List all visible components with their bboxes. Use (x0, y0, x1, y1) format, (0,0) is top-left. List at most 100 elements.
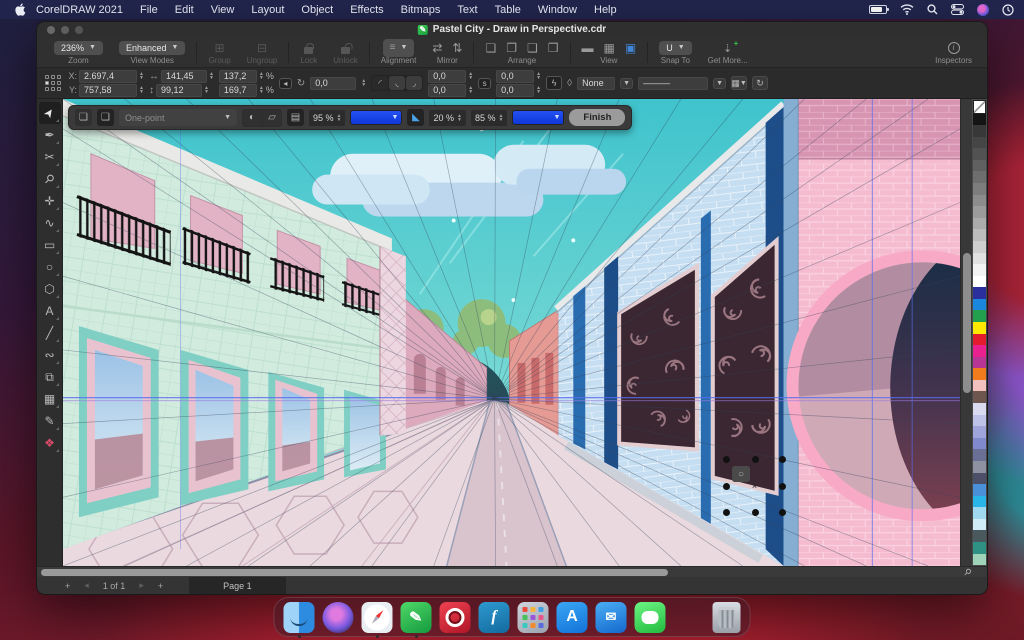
minimize-button[interactable] (61, 26, 69, 34)
color-swatch[interactable] (973, 473, 986, 485)
backward-one-icon[interactable]: ❑ (527, 41, 538, 55)
selection-handle[interactable] (723, 456, 730, 463)
line-density-field[interactable]: 85 % ▲▼ (471, 110, 507, 126)
zoom-tool[interactable]: ⚲ (39, 168, 61, 190)
color-swatch[interactable] (973, 183, 986, 195)
pattern-dropdown-button[interactable]: ▦▼ (731, 76, 747, 90)
selection-handle[interactable] (752, 456, 759, 463)
crop-tool[interactable]: ✂ (39, 146, 61, 168)
mirror-vertical-icon[interactable]: ⇅ (452, 41, 462, 55)
menu-view[interactable]: View (211, 4, 235, 16)
zoom-level-dropdown[interactable]: 236%▼ (54, 41, 103, 55)
color-swatch[interactable] (973, 426, 986, 438)
horizontal-scrollbar-thumb[interactable] (41, 569, 668, 576)
x-position-field[interactable]: 2.697,4 (79, 70, 137, 83)
finish-button[interactable]: Finish (569, 109, 625, 126)
edit-corners-lock-button[interactable]: s (478, 78, 491, 89)
object-height-field[interactable]: 99,12 (156, 84, 202, 97)
apple-menu-icon[interactable] (14, 3, 26, 16)
menu-object[interactable]: Object (301, 4, 333, 16)
outline-width-dropdown[interactable]: ——— (638, 77, 708, 90)
round-corner-button[interactable]: ◜ (372, 76, 388, 90)
menu-help[interactable]: Help (594, 4, 617, 16)
plane-half-toggle[interactable]: ◐ (243, 110, 261, 126)
color-swatch[interactable] (973, 461, 986, 473)
color-swatch[interactable] (973, 310, 986, 322)
close-button[interactable] (47, 26, 55, 34)
color-swatch[interactable] (973, 322, 986, 334)
grid-icon[interactable]: ▦ (604, 41, 615, 55)
color-swatch[interactable] (973, 507, 986, 519)
color-swatch[interactable] (973, 345, 986, 357)
view-mode-dropdown[interactable]: Enhanced▼ (119, 41, 185, 55)
mirror-horizontal-icon[interactable]: ⇄ (432, 41, 442, 55)
corner-radius-field-1[interactable]: 0,0 (428, 70, 466, 83)
selection-handle[interactable] (779, 456, 786, 463)
outline-pen-icon[interactable]: ◊ (567, 78, 572, 89)
rotation-angle-field[interactable]: 0,0 (310, 77, 356, 90)
outline-style-chevron[interactable]: ▼ (620, 78, 633, 89)
color-swatch[interactable] (973, 148, 986, 160)
to-front-icon[interactable]: ❏ (485, 41, 496, 55)
alignment-dropdown[interactable]: ≡▼ (383, 39, 415, 57)
wifi-icon[interactable] (900, 4, 914, 15)
color-swatch[interactable] (973, 334, 986, 346)
color-swatch[interactable] (973, 171, 986, 183)
color-swatch[interactable] (973, 299, 986, 311)
connector-tool[interactable]: ∾ (39, 344, 61, 366)
color-swatch[interactable] (973, 415, 986, 427)
horizon-color-well[interactable]: ▼ (350, 110, 402, 125)
menu-app[interactable]: CorelDRAW 2021 (36, 4, 123, 16)
inspectors-icon[interactable]: i (948, 42, 960, 54)
selection-center-marker[interactable]: × (752, 481, 757, 491)
plane-slash-toggle[interactable]: ▱ (263, 110, 281, 126)
separator[interactable] (674, 602, 705, 633)
selection-handle[interactable] (723, 509, 730, 516)
navigator-magnifier-icon[interactable]: ⚲ (961, 566, 973, 578)
color-swatch[interactable] (973, 264, 986, 276)
menu-table[interactable]: Table (495, 4, 521, 16)
clock-icon[interactable] (1002, 4, 1014, 16)
outline-width-chevron[interactable]: ▼ (713, 78, 726, 89)
refresh-button[interactable]: ↻ (752, 76, 768, 90)
color-swatch[interactable] (973, 253, 986, 265)
dock-icon-mail[interactable]: ✉ (596, 602, 627, 633)
y-position-field[interactable]: 757,58 (79, 84, 137, 97)
snap-to-dropdown[interactable]: U▼ (659, 41, 691, 55)
dock-icon-siri[interactable] (323, 602, 354, 633)
color-swatch[interactable] (973, 391, 986, 403)
scalloped-corner-button[interactable]: ◟ (389, 76, 405, 90)
y-stepper[interactable]: ▲▼ (139, 86, 144, 94)
add-page-button-right[interactable]: + (158, 581, 163, 591)
dock-icon-safari[interactable] (362, 602, 393, 633)
pick-tool[interactable]: ➤ (39, 102, 61, 124)
scale-ratio-lock-button[interactable]: ◂ (279, 78, 292, 89)
eyedropper-tool[interactable]: ✎ (39, 410, 61, 432)
selection-handle[interactable] (752, 509, 759, 516)
transparency-tool[interactable]: ⧉ (39, 366, 61, 388)
color-swatch[interactable] (973, 160, 986, 172)
menu-bitmaps[interactable]: Bitmaps (401, 4, 441, 16)
dock-icon-finder[interactable] (284, 602, 315, 633)
color-swatch[interactable] (973, 100, 986, 114)
color-swatch[interactable] (973, 438, 986, 450)
dock-icon-photo-paint[interactable] (440, 602, 471, 633)
dock-icon-messages[interactable] (635, 602, 666, 633)
previous-page-button[interactable]: ◂ (84, 580, 89, 591)
color-swatch[interactable] (973, 125, 986, 137)
color-swatch[interactable] (973, 195, 986, 207)
dock-icon-app-store[interactable]: A (557, 602, 588, 633)
dock-icon-font-manager[interactable]: f (479, 602, 510, 633)
wrap-text-button[interactable]: ϟ (546, 76, 562, 90)
spotlight-icon[interactable] (927, 4, 938, 15)
color-swatch[interactable] (973, 137, 986, 149)
dock-icon-launchpad[interactable] (518, 602, 549, 633)
line-color-well[interactable]: ▼ (512, 110, 564, 125)
color-swatch[interactable] (973, 530, 986, 542)
selection-handle[interactable] (779, 483, 786, 490)
color-swatch[interactable] (973, 380, 986, 392)
horizon-opacity-field[interactable]: 95 % ▲▼ (309, 110, 345, 126)
curve-tool[interactable]: ∿ (39, 212, 61, 234)
scale-x-field[interactable]: 137,2 (219, 70, 257, 83)
color-swatch[interactable] (973, 241, 986, 253)
